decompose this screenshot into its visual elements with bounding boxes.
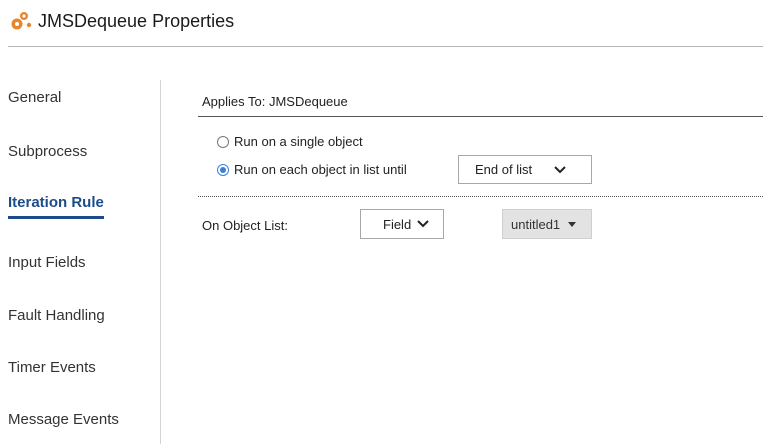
- sidebar-item-label: General: [8, 89, 62, 106]
- chevron-down-icon: [554, 165, 566, 173]
- object-list-type-select[interactable]: Field: [360, 209, 444, 239]
- object-list-label: On Object List:: [202, 218, 288, 233]
- radio-button[interactable]: [217, 135, 229, 148]
- sidebar-item-fault-handling[interactable]: Fault Handling: [8, 307, 105, 324]
- radio-label: Run on a single object: [234, 134, 363, 149]
- page-title: JMSDequeue Properties: [38, 10, 235, 31]
- sidebar-item-label: Message Events: [8, 411, 119, 428]
- dotted-divider: [198, 196, 763, 197]
- sidebar-item-label: Iteration Rule: [8, 194, 104, 211]
- object-list-field-value: untitled1: [511, 216, 561, 232]
- until-select[interactable]: End of list: [458, 155, 592, 184]
- sidebar-item-subprocess[interactable]: Subprocess: [8, 143, 87, 160]
- object-list-field-select[interactable]: untitled1: [502, 209, 592, 239]
- active-tab-indicator: [8, 216, 104, 219]
- until-select-value: End of list: [475, 162, 533, 177]
- sidebar-item-message-events[interactable]: Message Events: [8, 411, 119, 428]
- sidebar-item-general[interactable]: General: [8, 89, 61, 106]
- title-bar: JMSDequeue Properties: [10, 8, 234, 34]
- applies-to-label: Applies To: JMSDequeue: [202, 94, 348, 109]
- chevron-down-icon: [417, 220, 429, 228]
- sidebar: [0, 47, 162, 444]
- gears-icon: [11, 12, 32, 30]
- radio-single-object[interactable]: Run on a single object: [217, 134, 363, 149]
- section-divider: [198, 116, 763, 117]
- sidebar-item-label: Fault Handling: [8, 307, 105, 324]
- sidebar-item-input-fields[interactable]: Input Fields: [8, 254, 86, 271]
- caret-down-icon: [568, 221, 577, 227]
- sidebar-item-label: Subprocess: [8, 143, 88, 160]
- sidebar-item-timer-events[interactable]: Timer Events: [8, 359, 96, 376]
- object-list-type-value: Field: [383, 216, 412, 232]
- sidebar-item-iteration-rule[interactable]: Iteration Rule: [8, 194, 104, 219]
- sidebar-separator: [160, 80, 161, 444]
- radio-button-selected[interactable]: [217, 163, 229, 176]
- radio-each-object[interactable]: Run on each object in list until: [217, 162, 407, 177]
- sidebar-item-label: Timer Events: [8, 359, 96, 376]
- radio-label: Run on each object in list until: [234, 162, 407, 177]
- sidebar-item-label: Input Fields: [8, 254, 86, 271]
